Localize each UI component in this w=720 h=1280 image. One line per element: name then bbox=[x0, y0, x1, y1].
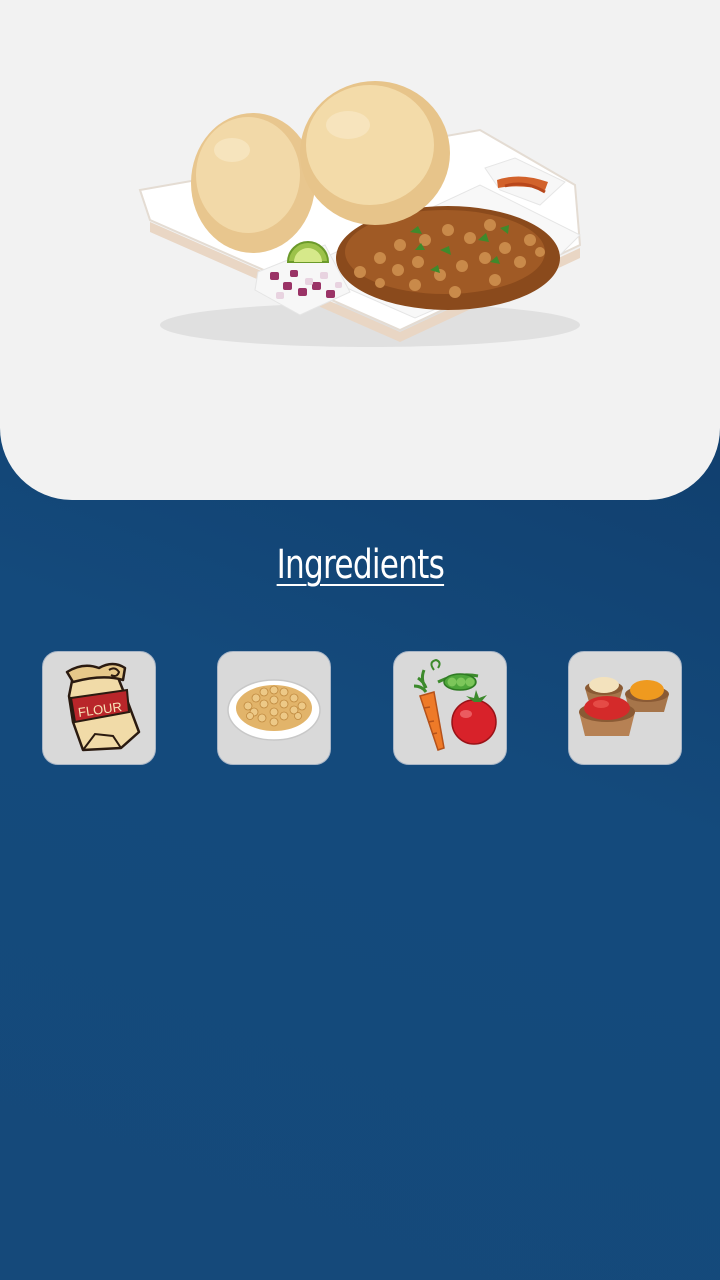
chole-bhature-thali-image bbox=[138, 81, 582, 347]
ingredient-tile-spices[interactable] bbox=[568, 651, 682, 765]
vegetables-icon bbox=[413, 658, 497, 751]
ingredient-tile-vegetables[interactable] bbox=[393, 651, 507, 765]
ingredient-tile-chickpeas[interactable] bbox=[217, 651, 331, 765]
ingredients-heading: Ingredients bbox=[276, 542, 444, 588]
spices-bowls-icon bbox=[579, 677, 669, 736]
chickpeas-bowl-icon bbox=[227, 679, 321, 741]
hero-image-panel bbox=[0, 0, 720, 500]
ingredients-heading-wrapper: Ingredients bbox=[0, 542, 720, 588]
ingredient-tile-flour[interactable]: FLOUR bbox=[42, 651, 156, 765]
flour-bag-icon: FLOUR bbox=[65, 662, 141, 752]
